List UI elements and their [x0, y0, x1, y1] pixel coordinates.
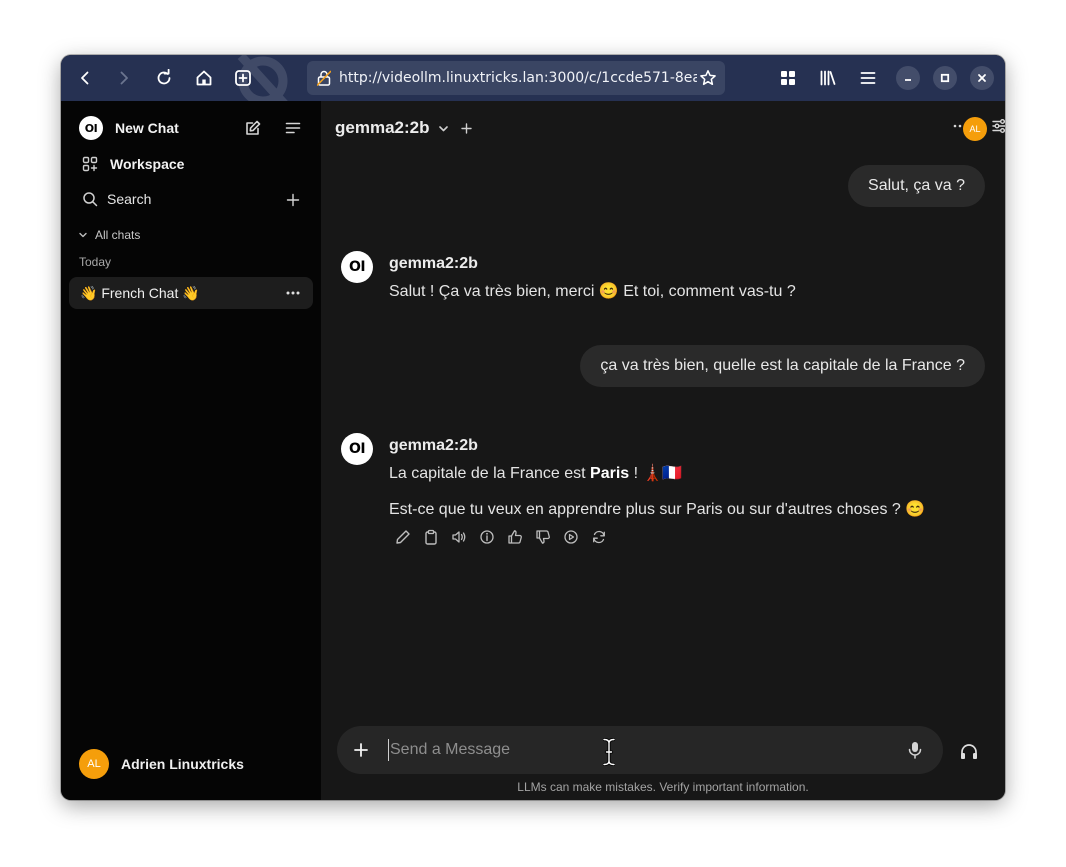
assistant-message: OI gemma2:2b Salut ! Ça va très bien, me…	[341, 251, 981, 311]
app-logo: OI	[79, 116, 103, 140]
add-model-plus-icon[interactable]	[461, 122, 473, 134]
browser-toolbar: http://videollm.linuxtricks.lan:3000/c/1…	[61, 55, 1005, 101]
avatar: AL	[79, 749, 109, 779]
message-input[interactable]	[388, 739, 888, 761]
user-message-bubble: ça va très bien, quelle est la capitale …	[580, 345, 985, 387]
more-options-icon[interactable]	[283, 283, 303, 303]
model-selector[interactable]: gemma2:2b	[335, 118, 473, 138]
assistant-model-name: gemma2:2b	[389, 255, 478, 272]
extensions-icon[interactable]	[774, 64, 802, 92]
section-today: Today	[79, 255, 111, 269]
sidebar-search[interactable]: Search	[81, 190, 151, 208]
microphone-icon[interactable]	[905, 740, 925, 760]
continue-icon[interactable]	[561, 527, 581, 547]
thumbs-up-icon[interactable]	[505, 527, 525, 547]
assistant-message-text: Salut ! Ça va très bien, merci 😊 Et toi,…	[389, 283, 796, 300]
bookmark-star-icon[interactable]	[699, 69, 717, 87]
chat-item-title: 👋 French Chat 👋	[80, 284, 200, 301]
minimize-icon[interactable]	[896, 66, 920, 90]
text-fragment: ! 🗼🇫🇷	[629, 465, 683, 482]
text-cursor-icon	[602, 737, 616, 770]
chevron-down-icon	[78, 230, 88, 240]
all-chats-toggle[interactable]: All chats	[78, 228, 140, 242]
insecure-lock-icon[interactable]	[317, 70, 333, 86]
browser-window: http://videollm.linuxtricks.lan:3000/c/1…	[61, 55, 1005, 800]
forward-icon[interactable]	[110, 64, 138, 92]
attach-plus-icon[interactable]	[351, 740, 371, 760]
read-aloud-icon[interactable]	[449, 527, 469, 547]
chat-main: gemma2:2b AL Salut, ça va ? OI gemma2:2b…	[321, 101, 1005, 800]
library-icon[interactable]	[814, 64, 842, 92]
sidebar: OI New Chat Workspace Search All chats T…	[61, 101, 321, 800]
new-chat-button[interactable]: OI New Chat	[79, 116, 179, 140]
new-tab-icon[interactable]	[229, 64, 257, 92]
close-icon[interactable]	[970, 66, 994, 90]
assistant-message: OI gemma2:2b La capitale de la France es…	[341, 433, 981, 563]
regenerate-icon[interactable]	[589, 527, 609, 547]
sidebar-item-workspace[interactable]: Workspace	[81, 155, 184, 173]
search-label: Search	[107, 191, 152, 207]
menu-icon[interactable]	[854, 64, 882, 92]
workspace-label: Workspace	[110, 156, 185, 172]
message-composer	[337, 726, 943, 774]
url-text[interactable]: http://videollm.linuxtricks.lan:3000/c/1…	[339, 70, 697, 86]
info-icon[interactable]	[477, 527, 497, 547]
assistant-message-line: Est-ce que tu veux en apprendre plus sur…	[389, 501, 926, 518]
sidebar-toggle-icon[interactable]	[283, 118, 303, 138]
maximize-icon[interactable]	[933, 66, 957, 90]
url-bar[interactable]: http://videollm.linuxtricks.lan:3000/c/1…	[307, 61, 725, 95]
model-name: gemma2:2b	[335, 118, 430, 137]
avatar: AL	[963, 117, 987, 141]
all-chats-label: All chats	[95, 228, 141, 242]
chevron-down-icon	[438, 123, 449, 134]
message-actions	[393, 527, 609, 547]
assistant-message-line: La capitale de la France est Paris ! 🗼🇫🇷	[389, 463, 682, 483]
text-fragment: La capitale de la France est	[389, 465, 591, 482]
header-avatar[interactable]: AL	[963, 117, 987, 141]
copy-icon[interactable]	[421, 527, 441, 547]
chat-item[interactable]: 👋 French Chat 👋	[69, 277, 313, 309]
compose-icon[interactable]	[243, 118, 263, 138]
reload-icon[interactable]	[150, 64, 178, 92]
new-chat-label: New Chat	[115, 120, 179, 136]
controls-sliders-icon[interactable]	[991, 117, 1005, 135]
search-icon	[81, 190, 99, 208]
headphones-icon[interactable]	[958, 741, 980, 763]
model-avatar: OI	[341, 433, 373, 465]
bold-text: Paris	[590, 465, 630, 482]
user-menu[interactable]: AL Adrien Linuxtricks	[79, 749, 244, 779]
user-message-bubble: Salut, ça va ?	[848, 165, 985, 207]
section-today-label: Today	[79, 255, 112, 269]
workspace-icon	[81, 155, 99, 173]
home-icon[interactable]	[190, 64, 218, 92]
back-icon[interactable]	[71, 64, 99, 92]
edit-icon[interactable]	[393, 527, 413, 547]
disclaimer-text: LLMs can make mistakes. Verify important…	[517, 780, 809, 794]
model-avatar: OI	[341, 251, 373, 283]
assistant-model-name: gemma2:2b	[389, 437, 478, 454]
thumbs-down-icon[interactable]	[533, 527, 553, 547]
user-name: Adrien Linuxtricks	[121, 756, 244, 772]
new-folder-plus-icon[interactable]	[283, 190, 303, 210]
